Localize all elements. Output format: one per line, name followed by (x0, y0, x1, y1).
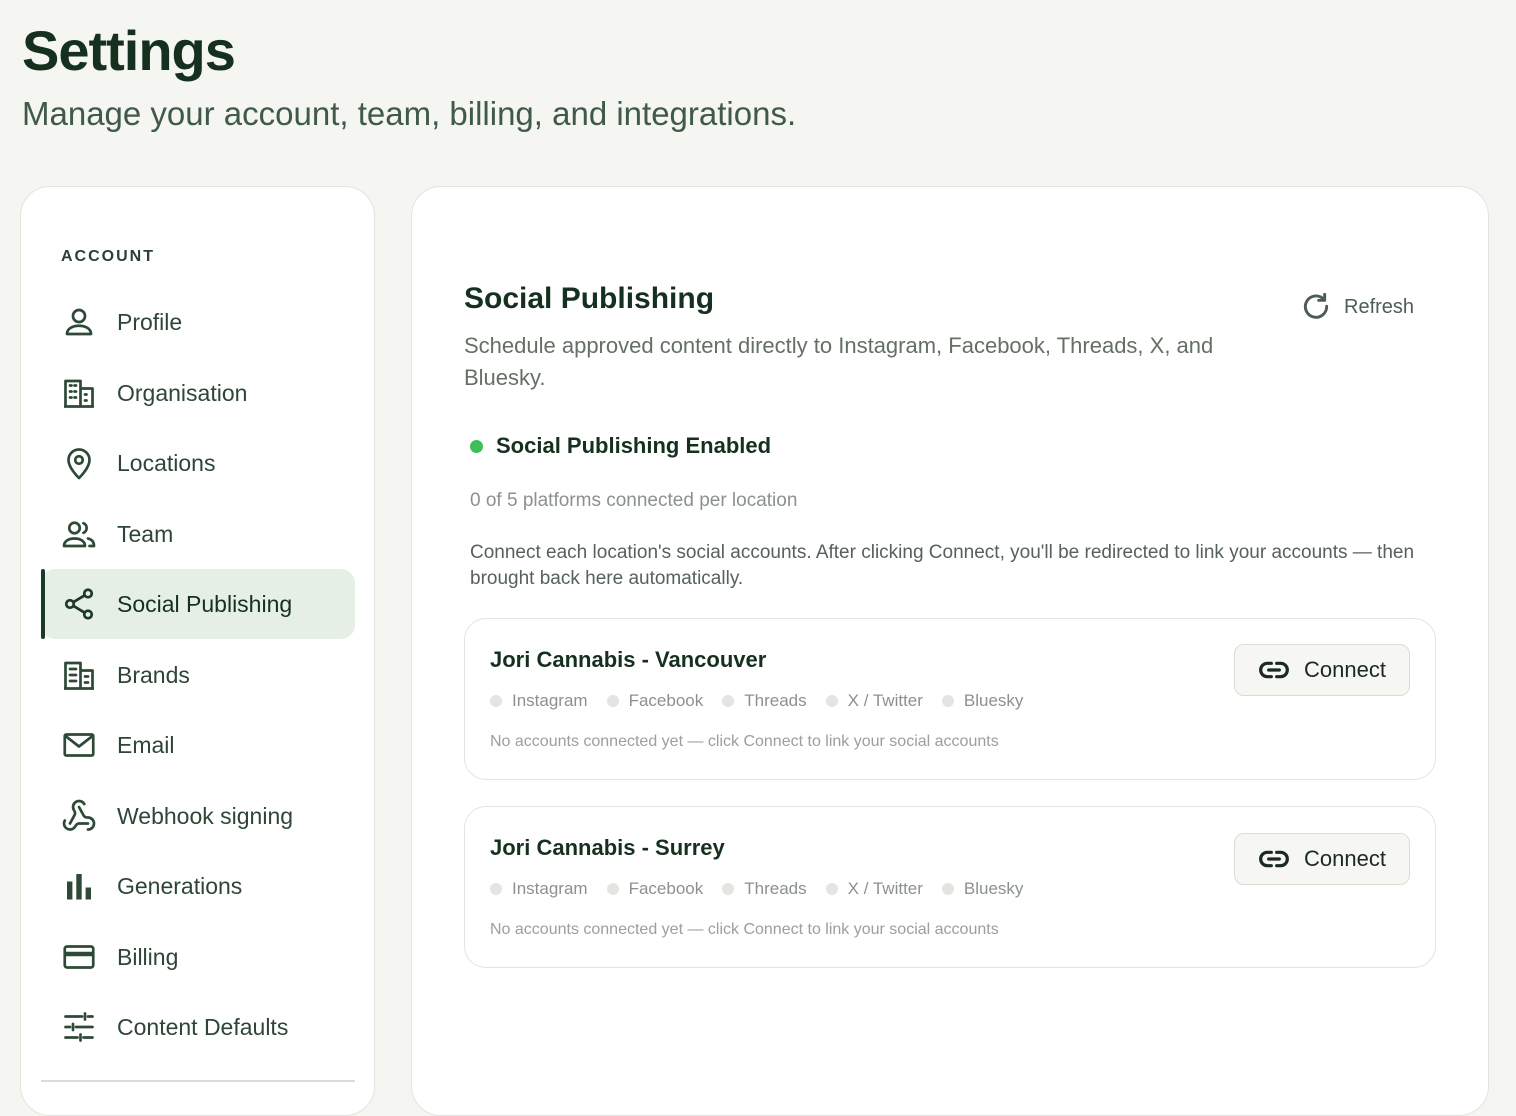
platform-instagram: Instagram (490, 691, 588, 711)
sidebar-item-billing[interactable]: Billing (41, 922, 355, 992)
section-title: Social Publishing (464, 282, 715, 315)
section-label-account: ACCOUNT (61, 248, 155, 265)
sidebar-item-locations[interactable]: Locations (41, 428, 355, 498)
credit-card-icon (59, 937, 99, 977)
platform-status-dot (941, 695, 954, 707)
platform-status-dot (941, 883, 954, 895)
platform-status-dot (606, 695, 619, 707)
platform-instagram: Instagram (490, 879, 588, 899)
platform-label: Instagram (512, 691, 588, 710)
sidebar-item-social-publishing[interactable]: Social Publishing (41, 569, 355, 639)
platform-label: Facebook (628, 691, 704, 710)
link-icon (1259, 850, 1289, 868)
platform-threads: Threads (722, 879, 807, 899)
sidebar-item-label: Generations (117, 872, 243, 899)
platform-threads: Threads (722, 691, 807, 711)
refresh-icon (1303, 292, 1329, 319)
platform-label: X / Twitter (847, 879, 923, 898)
refresh-label: Refresh (1344, 295, 1415, 318)
sidebar-item-email[interactable]: Email (41, 710, 355, 780)
brands-icon (59, 655, 99, 695)
platform-facebook: Facebook (606, 879, 704, 899)
platform-status-dot (825, 883, 838, 895)
sidebar-item-generations[interactable]: Generations (41, 851, 355, 921)
status-text: Social Publishing Enabled (496, 433, 772, 458)
bar-chart-icon (59, 866, 99, 906)
platform-status-dot (490, 695, 502, 707)
connect-label: Connect (1304, 846, 1386, 871)
sliders-icon (59, 1007, 99, 1047)
sidebar-item-label: Billing (117, 943, 179, 970)
platform-label: Facebook (628, 879, 704, 898)
location-card-vancouver: Jori Cannabis - Vancouver Instagram Face… (464, 618, 1436, 780)
sidebar-item-label: Social Publishing (117, 590, 293, 617)
sidebar-item-content-defaults[interactable]: Content Defaults (41, 992, 355, 1062)
platform-count: 0 of 5 platforms connected per location (470, 490, 798, 511)
location-name: Jori Cannabis - Surrey (490, 835, 725, 860)
platform-status-dot (722, 695, 735, 707)
platform-status-list: Instagram Facebook Threads X / Twitter B… (490, 879, 1042, 899)
link-icon (1259, 661, 1289, 679)
sidebar-item-label: Organisation (117, 379, 248, 406)
platform-status-dot (722, 883, 735, 895)
mail-icon (59, 725, 99, 765)
platform-label: Bluesky (963, 691, 1024, 710)
sidebar-item-label: Locations (117, 449, 216, 476)
status-row: Social Publishing Enabled (470, 433, 771, 459)
sidebar-item-label: Profile (117, 308, 183, 335)
building-icon (59, 373, 99, 413)
sidebar-item-label: Team (117, 520, 174, 547)
sidebar-item-label: Webhook signing (117, 802, 294, 829)
page-title: Settings (22, 19, 236, 82)
status-dot (470, 439, 483, 453)
social-publishing-panel: Social Publishing Schedule approved cont… (411, 186, 1489, 1116)
active-indicator (41, 569, 45, 639)
platform-label: Threads (744, 691, 807, 710)
user-icon (59, 302, 99, 342)
refresh-button[interactable]: Refresh (1300, 291, 1414, 323)
platform-status-list: Instagram Facebook Threads X / Twitter B… (490, 691, 1042, 711)
platform-label: Instagram (512, 879, 588, 898)
sidebar-item-organisation[interactable]: Organisation (41, 358, 355, 428)
platform-label: X / Twitter (847, 691, 923, 710)
platform-x-twitter: X / Twitter (825, 879, 923, 899)
page-subtitle: Manage your account, team, billing, and … (22, 95, 797, 132)
share-icon (59, 584, 99, 624)
platform-label: Bluesky (963, 879, 1024, 898)
platform-bluesky: Bluesky (941, 879, 1024, 899)
connect-button-surrey[interactable]: Connect (1234, 833, 1410, 885)
location-name: Jori Cannabis - Vancouver (490, 647, 767, 672)
settings-sidebar: ACCOUNT Profile Organisation Locations T… (20, 186, 375, 1116)
connect-label: Connect (1304, 657, 1386, 682)
sidebar-item-profile[interactable]: Profile (41, 287, 355, 357)
location-hint: No accounts connected yet — click Connec… (490, 921, 999, 938)
platform-label: Threads (744, 879, 807, 898)
connect-instructions: Connect each location's social accounts.… (470, 542, 1415, 589)
location-hint: No accounts connected yet — click Connec… (490, 733, 999, 750)
sidebar-item-label: Brands (117, 661, 190, 688)
location-card-surrey: Jori Cannabis - Surrey Instagram Faceboo… (464, 806, 1436, 968)
sidebar-item-label: Content Defaults (117, 1013, 289, 1040)
connect-button-vancouver[interactable]: Connect (1234, 644, 1410, 696)
sidebar-divider (41, 1080, 355, 1082)
platform-status-dot (825, 695, 838, 707)
users-icon (59, 514, 99, 554)
platform-status-dot (490, 883, 502, 895)
sidebar-item-brands[interactable]: Brands (41, 640, 355, 710)
platform-x-twitter: X / Twitter (825, 691, 923, 711)
sidebar-item-webhook-signing[interactable]: Webhook signing (41, 781, 355, 851)
sidebar-item-label: Email (117, 731, 175, 758)
map-pin-icon (59, 443, 99, 483)
platform-status-dot (606, 883, 619, 895)
platform-facebook: Facebook (606, 691, 704, 711)
sidebar-item-team[interactable]: Team (41, 499, 355, 569)
webhook-icon (59, 796, 99, 836)
platform-bluesky: Bluesky (941, 691, 1024, 711)
section-description: Schedule approved content directly to In… (464, 333, 1214, 390)
